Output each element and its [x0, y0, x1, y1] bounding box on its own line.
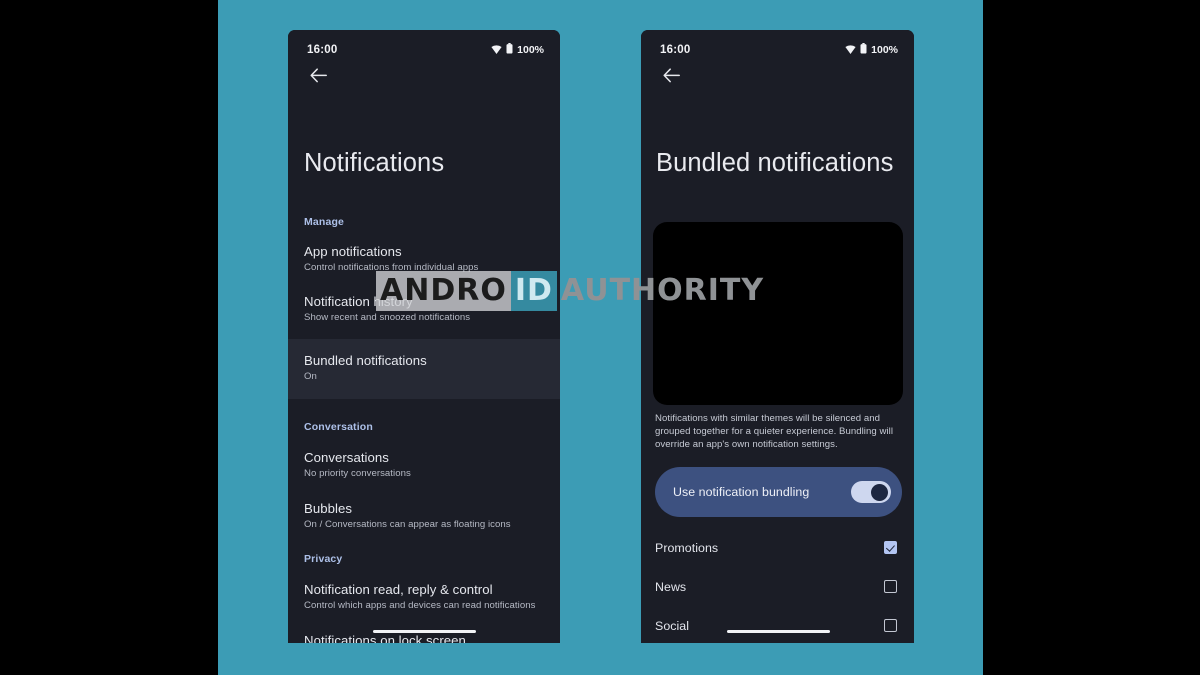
list-item-subtitle: On / Conversations can appear as floatin…: [304, 518, 511, 530]
list-item-title: Notifications on lock screen: [304, 632, 466, 643]
section-header-manage: Manage: [304, 216, 344, 228]
section-header-conversation: Conversation: [304, 421, 373, 434]
status-clock: 16:00: [307, 44, 338, 56]
checkbox-unchecked-icon[interactable]: [884, 580, 897, 593]
right-phone-screen: 16:00 100% Bundled notifications Notific…: [641, 30, 914, 643]
battery-percent-label: 100%: [871, 44, 898, 56]
list-item-conversations[interactable]: Conversations No priority conversations: [288, 450, 560, 480]
bundling-switch[interactable]: [851, 481, 891, 503]
list-item-subtitle: Show recent and snoozed notifications: [304, 312, 471, 324]
back-button[interactable]: [656, 60, 686, 90]
list-item-notification-read-reply-control[interactable]: Notification read, reply & control Contr…: [288, 582, 560, 612]
gesture-nav-pill[interactable]: [727, 630, 830, 633]
list-item-bubbles[interactable]: Bubbles On / Conversations can appear as…: [288, 501, 560, 531]
screenshot-stage: 16:00 100% Notifications Manage App noti…: [0, 0, 1200, 675]
toggle-label: Use notification bundling: [673, 485, 810, 499]
list-item-subtitle: On: [304, 370, 317, 382]
list-item-bundled-notifications[interactable]: Bundled notifications On: [288, 338, 560, 400]
page-title: Bundled notifications: [656, 149, 894, 177]
right-phone-frame: 16:00 100% Bundled notifications Notific…: [641, 30, 914, 643]
wifi-icon: [491, 41, 502, 59]
battery-percent-label: 100%: [517, 44, 544, 56]
checkbox-row-promotions[interactable]: Promotions: [641, 528, 914, 567]
left-phone-frame: 16:00 100% Notifications Manage App noti…: [288, 30, 560, 643]
checkbox-unchecked-icon[interactable]: [884, 619, 897, 632]
notifications-settings-list: Manage App notifications Control notific…: [288, 216, 560, 643]
checkbox-label: Social: [655, 618, 690, 633]
wifi-icon: [845, 41, 856, 59]
back-arrow-icon: [309, 67, 327, 82]
battery-full-icon: [506, 41, 513, 59]
list-item-title: Bubbles: [304, 500, 353, 516]
back-arrow-icon: [662, 67, 680, 82]
battery-full-icon: [860, 41, 867, 59]
checkbox-row-social[interactable]: Social: [641, 606, 914, 643]
checkbox-checked-icon[interactable]: [884, 541, 897, 554]
left-phone-screen: 16:00 100% Notifications Manage App noti…: [288, 30, 560, 643]
list-item-notifications-on-lock-screen[interactable]: Notifications on lock screen Show conver…: [288, 633, 560, 643]
list-item-title: App notifications: [304, 244, 402, 259]
description-text: Notifications with similar themes will b…: [655, 413, 893, 451]
list-item-title: Notification read, reply & control: [304, 582, 493, 598]
list-item-app-notifications[interactable]: App notifications Control notifications …: [288, 244, 560, 274]
status-indicators: 100%: [845, 41, 898, 59]
page-title: Notifications: [304, 149, 445, 177]
list-item-title: Notification history: [304, 294, 413, 310]
list-item-title: Conversations: [304, 450, 389, 466]
bundled-notifications-illustration: [653, 222, 903, 405]
status-clock: 16:00: [660, 44, 691, 56]
list-item-subtitle: No priority conversations: [304, 468, 411, 480]
checkbox-label: News: [655, 579, 687, 594]
back-button[interactable]: [303, 60, 333, 90]
checkbox-label: Promotions: [655, 540, 719, 555]
category-checkbox-list: Promotions News Social Recommendations: [641, 528, 914, 643]
list-item-notification-history[interactable]: Notification history Show recent and sno…: [288, 294, 560, 324]
status-indicators: 100%: [491, 41, 544, 59]
switch-knob: [871, 483, 888, 501]
use-notification-bundling-toggle-card[interactable]: Use notification bundling: [655, 467, 902, 517]
list-item-title: Bundled notifications: [304, 352, 427, 368]
section-header-privacy: Privacy: [304, 553, 343, 566]
checkbox-row-news[interactable]: News: [641, 567, 914, 606]
list-item-subtitle: Control which apps and devices can read …: [304, 600, 536, 612]
list-item-subtitle: Control notifications from individual ap…: [304, 262, 479, 273]
gesture-nav-pill[interactable]: [373, 630, 476, 633]
